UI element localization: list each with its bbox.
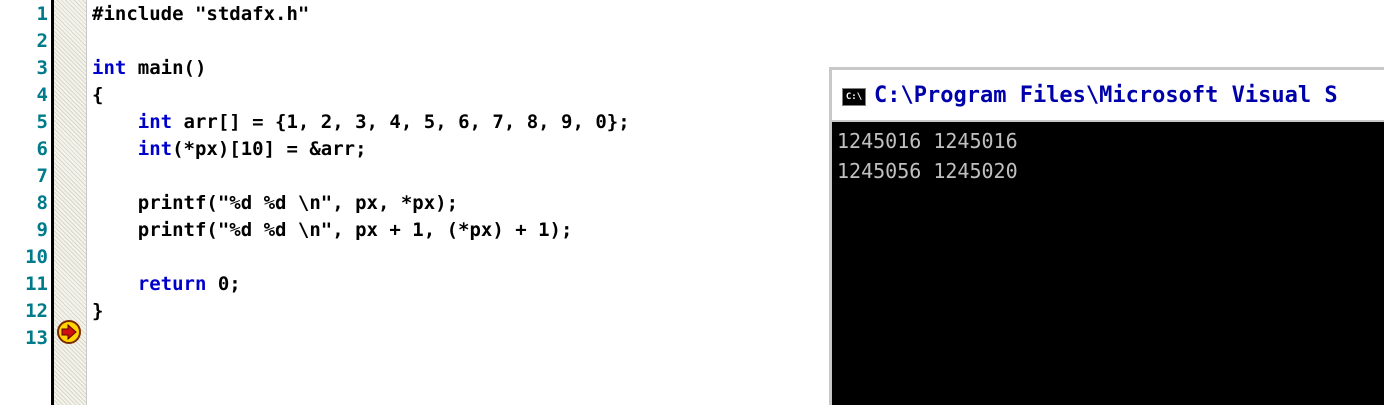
code-token: printf("%d %d \n", px + 1, (*px) + 1); xyxy=(92,219,573,241)
code-line: printf("%d %d \n", px + 1, (*px) + 1); xyxy=(92,217,573,244)
keyword-token: return xyxy=(137,273,207,295)
console-app-icon: C:\ xyxy=(842,88,866,106)
line-number: 7 xyxy=(36,165,48,187)
code-line: printf("%d %d \n", px, *px); xyxy=(92,190,458,217)
code-line: int main() xyxy=(92,55,206,82)
keyword-token: int xyxy=(137,138,173,160)
line-number: 8 xyxy=(36,192,48,214)
code-line: int(*px)[10] = &arr; xyxy=(92,136,367,163)
console-output: 1245016 1245016 1245056 1245020 xyxy=(837,126,1384,186)
line-number: 10 xyxy=(25,246,48,268)
console-output-line: 1245016 1245016 xyxy=(837,129,1018,153)
code-line: #include "stdafx.h" xyxy=(92,1,309,28)
current-statement-arrow-icon xyxy=(57,320,81,344)
code-editor[interactable]: #include "stdafx.h" int main(){ int arr[]… xyxy=(92,0,832,405)
line-number: 3 xyxy=(36,57,48,79)
margin-divider xyxy=(86,0,87,405)
line-number-gutter: 1 2 3 4 5 6 7 8 9 10 11 12 13 xyxy=(0,0,52,405)
code-token: #include "stdafx.h" xyxy=(92,3,310,25)
code-line: { xyxy=(92,82,103,109)
line-number: 4 xyxy=(36,84,48,106)
code-token: { xyxy=(92,84,104,106)
line-number: 13 xyxy=(25,327,48,349)
keyword-token: int xyxy=(137,111,173,133)
console-title-bar[interactable]: C:\ C:\Program Files\Microsoft Visual S xyxy=(832,70,1384,122)
line-number: 9 xyxy=(36,219,48,241)
code-line: return 0; xyxy=(92,271,241,298)
code-token: printf("%d %d \n", px, *px); xyxy=(92,192,459,214)
code-token: (*px)[10] = &arr; xyxy=(172,138,367,160)
code-line: } xyxy=(92,298,103,325)
code-token: } xyxy=(92,300,104,322)
console-title: C:\Program Files\Microsoft Visual S xyxy=(874,83,1338,108)
code-token: arr[] = {1, 2, 3, 4, 5, 6, 7, 8, 9, 0}; xyxy=(172,111,630,133)
console-output-line: 1245056 1245020 xyxy=(837,159,1018,183)
line-number: 12 xyxy=(25,300,48,322)
line-number: 1 xyxy=(36,3,48,25)
keyword-token: int xyxy=(92,57,127,79)
line-number: 11 xyxy=(25,273,48,295)
code-token: 0; xyxy=(206,273,241,295)
code-token: main() xyxy=(126,57,207,79)
console-window[interactable]: C:\ C:\Program Files\Microsoft Visual S … xyxy=(829,67,1384,405)
line-number: 6 xyxy=(36,138,48,160)
screen: 1 2 3 4 5 6 7 8 9 10 11 12 13 #include "stdafx.h" int… xyxy=(0,0,1384,405)
line-number: 2 xyxy=(36,30,48,52)
code-line: int arr[] = {1, 2, 3, 4, 5, 6, 7, 8, 9, … xyxy=(92,109,630,136)
line-number: 5 xyxy=(36,111,48,133)
